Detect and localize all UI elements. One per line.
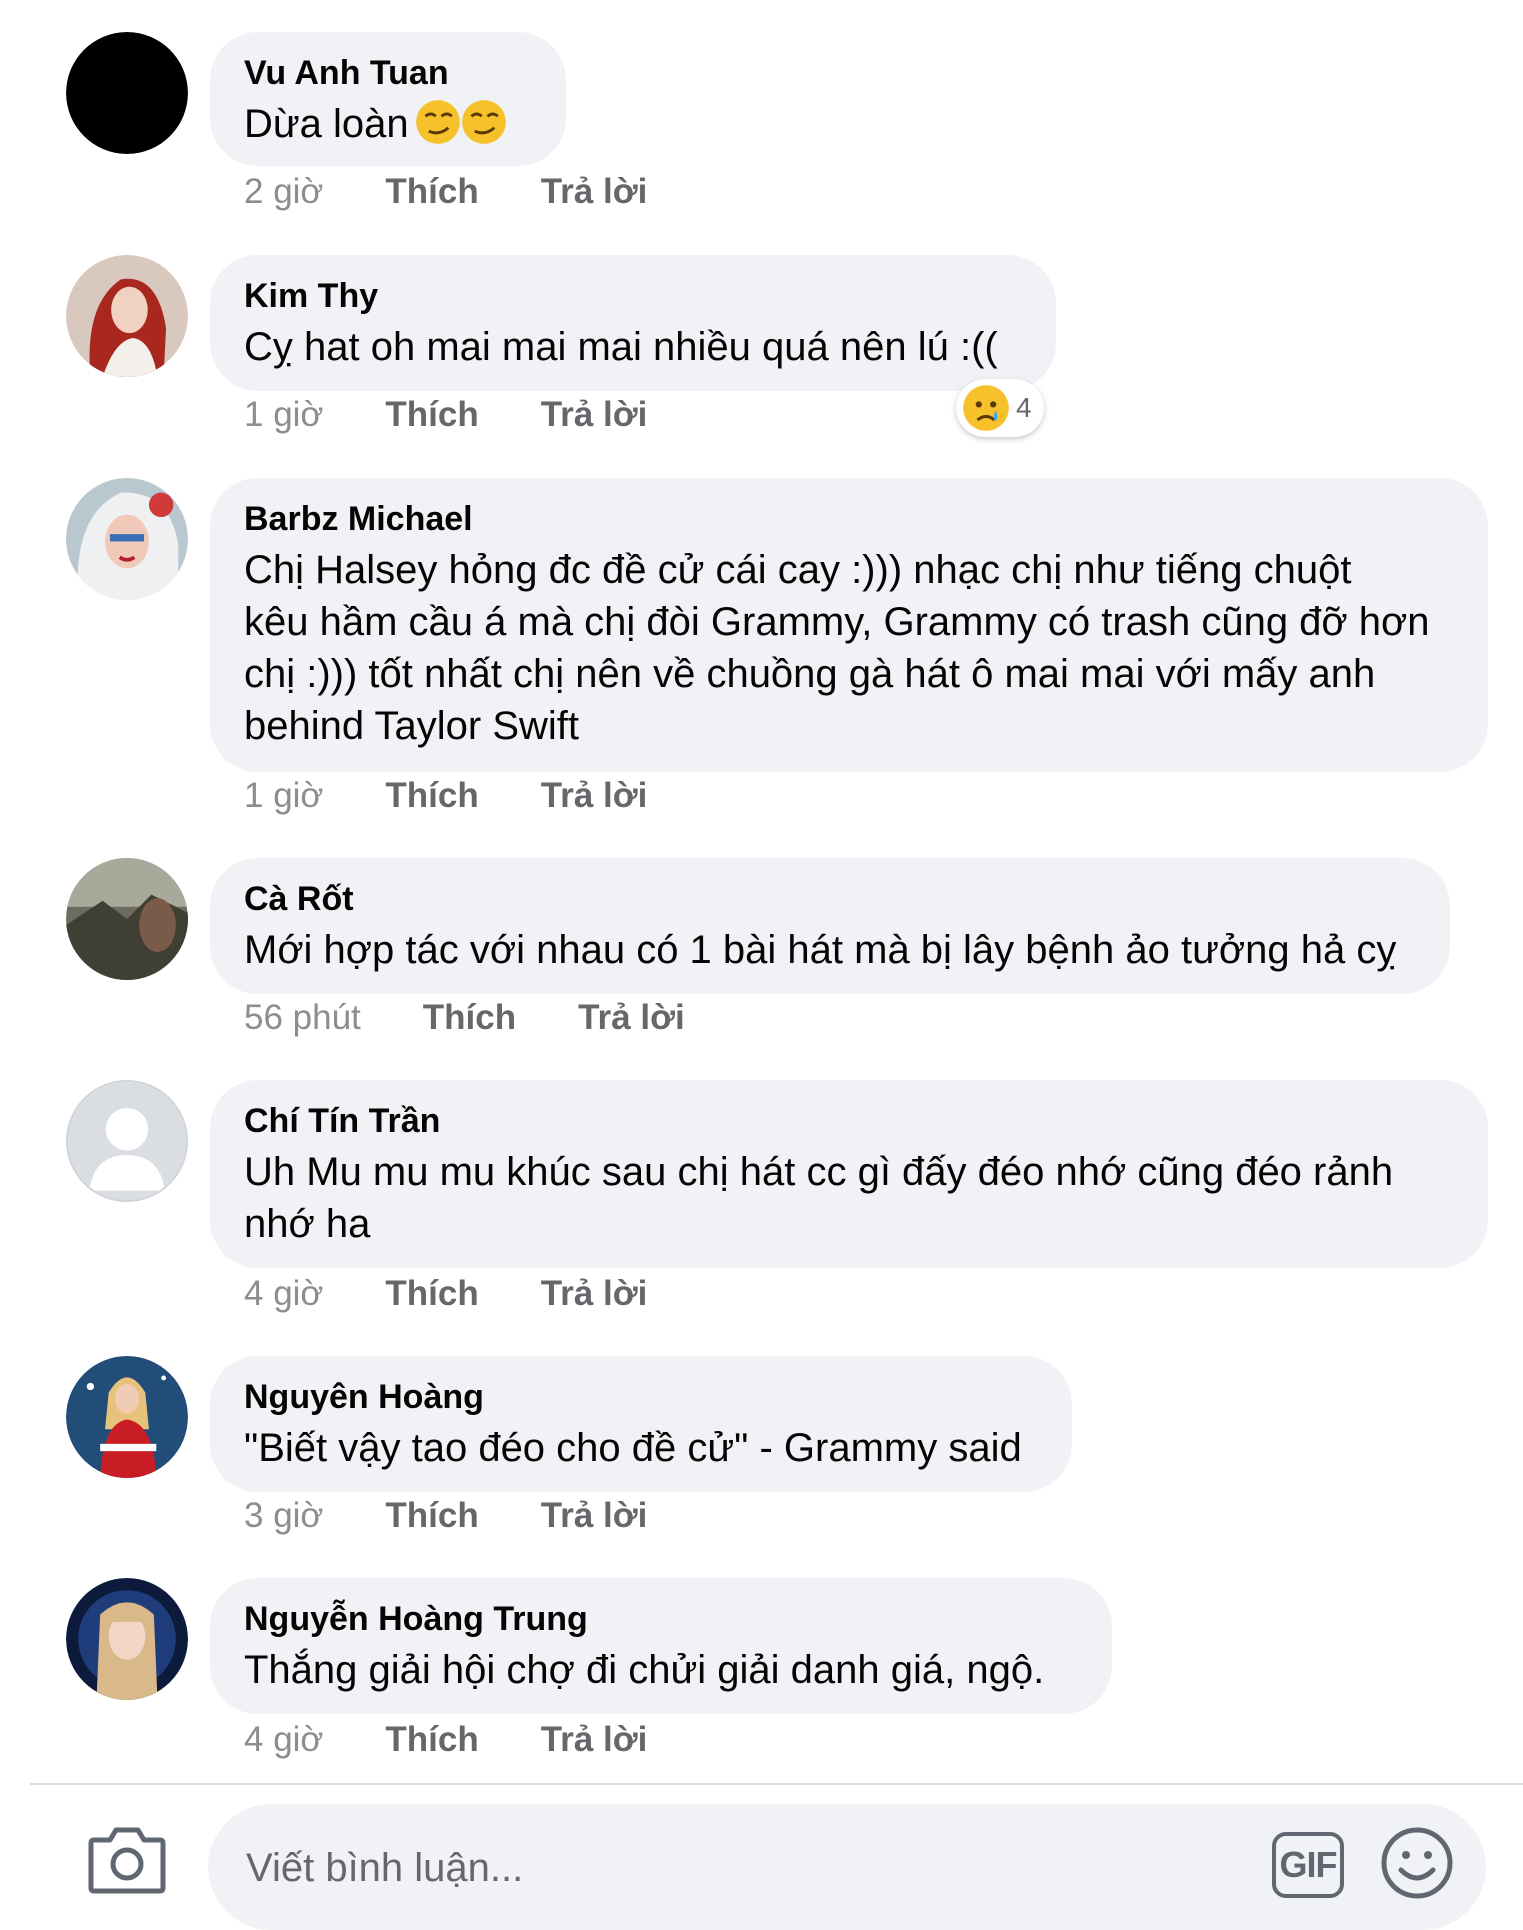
comment-actions: 3 giờ Thích Trả lời: [244, 1496, 647, 1536]
like-button[interactable]: Thích: [385, 1274, 478, 1314]
smiley-icon[interactable]: [1380, 1826, 1454, 1900]
reply-button[interactable]: Trả lời: [541, 1720, 648, 1760]
like-button[interactable]: Thích: [423, 998, 516, 1038]
reply-button[interactable]: Trả lời: [541, 395, 648, 435]
comment-actions: 1 giờ Thích Trả lời: [244, 776, 647, 816]
avatar[interactable]: [66, 478, 188, 600]
comment-bubble: Barbz Michael Chị Halsey hỏng đc đề cử c…: [210, 478, 1488, 772]
comment-time[interactable]: 1 giờ: [244, 395, 323, 435]
comment-bubble: Chí Tín Trần Uh Mu mu mu khúc sau chị há…: [210, 1080, 1488, 1268]
comment-text-line: nhớ ha: [244, 1202, 371, 1246]
comment-actions: 2 giờ Thích Trả lời: [244, 172, 647, 212]
reply-button[interactable]: Trả lời: [541, 1274, 648, 1314]
reply-button[interactable]: Trả lời: [541, 776, 648, 816]
like-button[interactable]: Thích: [385, 1496, 478, 1536]
comment-time[interactable]: 3 giờ: [244, 1496, 323, 1536]
comment-actions: 56 phút Thích Trả lời: [244, 998, 685, 1038]
camera-icon[interactable]: [88, 1822, 166, 1894]
comment-bubble: Nguyễn Hoàng Trung Thắng giải hội chợ đi…: [210, 1578, 1112, 1714]
reaction-badge[interactable]: 4: [956, 379, 1044, 437]
comment-thread: Vu Anh Tuan Dừa loàn 2 giờ Thích Trả lời…: [0, 0, 1523, 1930]
avatar[interactable]: [66, 1080, 188, 1202]
avatar[interactable]: [66, 32, 188, 154]
comment-composer: GIF: [0, 1786, 1523, 1930]
comment-text: Uh Mu mu mu khúc sau chị hát cc gì đấy đ…: [244, 1146, 1452, 1250]
avatar[interactable]: [66, 858, 188, 980]
avatar[interactable]: [66, 1356, 188, 1478]
comment-input[interactable]: [244, 1840, 1048, 1896]
comment-text: Cỵ hat oh mai mai mai nhiều quá nên lú :…: [244, 325, 998, 369]
comment-author[interactable]: Nguyễn Hoàng Trung: [244, 1598, 1076, 1640]
comment-author[interactable]: Nguyên Hoàng: [244, 1376, 1036, 1418]
comment-actions: 1 giờ Thích Trả lời: [244, 395, 647, 435]
comment-time[interactable]: 56 phút: [244, 998, 361, 1038]
comment-text: Thắng giải hội chợ đi chửi giải danh giá…: [244, 1648, 1045, 1692]
comment-text: Dừa loàn: [244, 98, 530, 150]
comment-bubble: Kim Thy Cỵ hat oh mai mai mai nhiều quá …: [210, 255, 1056, 391]
comment-author[interactable]: Barbz Michael: [244, 498, 1452, 540]
comment-time[interactable]: 1 giờ: [244, 776, 323, 816]
comment-text: Chị Halsey hỏng đc đề cử cái cay :))) nh…: [244, 544, 1452, 752]
comment-text: Mới hợp tác với nhau có 1 bài hát mà bị …: [244, 928, 1397, 972]
like-button[interactable]: Thích: [385, 172, 478, 212]
reply-button[interactable]: Trả lời: [578, 998, 685, 1038]
comment-bubble: Cà Rốt Mới hợp tác với nhau có 1 bài hát…: [210, 858, 1450, 994]
comment-text-content: Dừa loàn: [244, 102, 409, 146]
gif-button[interactable]: GIF: [1272, 1832, 1344, 1898]
like-button[interactable]: Thích: [385, 1720, 478, 1760]
comment-author[interactable]: Vu Anh Tuan: [244, 52, 530, 94]
smirk-emoji-icon: [415, 100, 460, 144]
comment-input-wrapper: GIF: [208, 1804, 1486, 1930]
comment-text-line: Chị Halsey hỏng đc đề cử cái cay :))) nh…: [244, 548, 1352, 592]
comment-author[interactable]: Chí Tín Trần: [244, 1100, 1452, 1142]
sad-tear-emoji-icon: [963, 385, 1009, 431]
comment-time[interactable]: 2 giờ: [244, 172, 323, 212]
smirk-emoji-icon: [461, 100, 506, 144]
reply-button[interactable]: Trả lời: [541, 1496, 648, 1536]
comment-bubble: Vu Anh Tuan Dừa loàn: [210, 32, 566, 166]
comment-text-line: Uh Mu mu mu khúc sau chị hát cc gì đấy đ…: [244, 1150, 1394, 1194]
reaction-count: 4: [1016, 392, 1032, 423]
comment-time[interactable]: 4 giờ: [244, 1274, 323, 1314]
comment-text: "Biết vậy tao đéo cho đề cử" - Grammy sa…: [244, 1426, 1022, 1470]
like-button[interactable]: Thích: [385, 395, 478, 435]
comment-actions: 4 giờ Thích Trả lời: [244, 1720, 647, 1760]
comment-text-line: behind Taylor Swift: [244, 704, 579, 748]
reply-button[interactable]: Trả lời: [541, 172, 648, 212]
comment-author[interactable]: Cà Rốt: [244, 878, 1414, 920]
comment-actions: 4 giờ Thích Trả lời: [244, 1274, 647, 1314]
comment-bubble: Nguyên Hoàng "Biết vậy tao đéo cho đề cử…: [210, 1356, 1072, 1492]
comment-author[interactable]: Kim Thy: [244, 275, 1020, 317]
comment-text-line: kêu hầm cầu á mà chị đòi Grammy, Grammy …: [244, 600, 1430, 644]
like-button[interactable]: Thích: [385, 776, 478, 816]
avatar[interactable]: [66, 255, 188, 377]
divider: [30, 1783, 1523, 1785]
avatar[interactable]: [66, 1578, 188, 1700]
comment-time[interactable]: 4 giờ: [244, 1720, 323, 1760]
comment-text-line: chị :))) tốt nhất chị nên về chuồng gà h…: [244, 652, 1376, 696]
